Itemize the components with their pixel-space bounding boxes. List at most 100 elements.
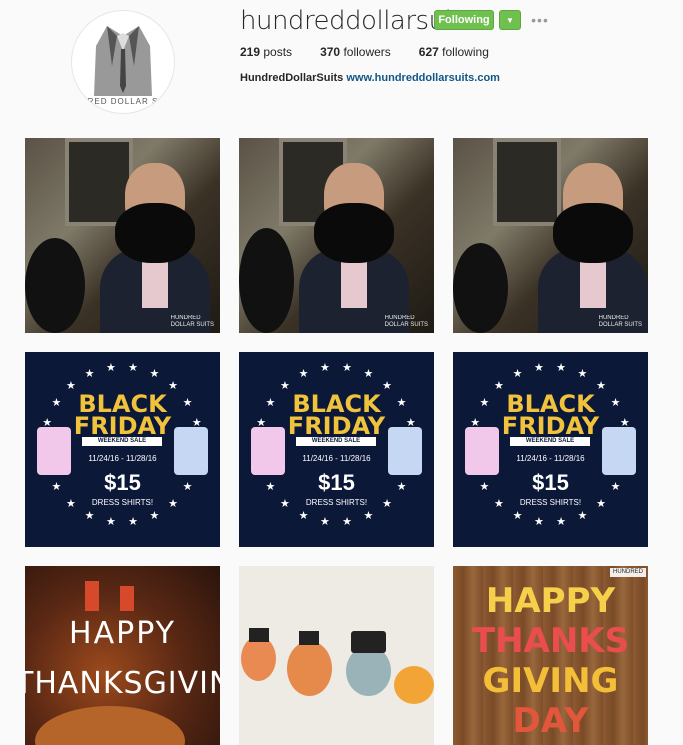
chevron-down-icon: ▼ [506,15,514,25]
star-icon: ★ [320,362,330,374]
star-icon: ★ [556,516,566,528]
star-icon: ★ [363,510,373,522]
pilgrim-craft [346,646,391,696]
star-icon: ★ [556,362,566,374]
post-thumbnail[interactable]: ★★★★★★★★★★★★★★★★★★★★★★ BLACK FRIDAY WEEK… [25,352,220,547]
dress-shirts-text: DRESS SHIRTS! [91,498,154,507]
avatar-brand-text: RED DOLLAR S [87,97,159,106]
following-stat[interactable]: 627 following [419,45,489,59]
star-icon: ★ [149,510,159,522]
post-thumbnail[interactable]: ★★★★★★★★★★★★★★★★★★★★★★ BLACK FRIDAY WEEK… [453,352,648,547]
star-icon: ★ [513,510,523,522]
more-icon: ••• [531,12,549,28]
post-thumbnail[interactable]: HUNDRED DOLLAR SUITS [453,138,648,333]
happy-text: HAPPY [69,616,176,651]
day-letters: DAY [512,701,589,741]
followers-count: 370 [320,45,341,59]
man-with-beard [299,163,409,333]
star-icon: ★ [513,368,523,380]
following-count: 627 [418,45,439,59]
watermark: HUNDRED DOLLAR SUITS [384,315,428,328]
watermark: HUNDRED DOLLAR SUITS [170,315,214,328]
star-icon: ★ [299,368,309,380]
sale-dates: 11/24/16 - 11/28/16 [516,454,585,463]
hair-foreground [453,243,508,333]
star-icon: ★ [168,380,178,392]
thanks-letters: THANKS [471,621,630,661]
sale-price: $15 [318,470,355,495]
followers-stat[interactable]: 370 followers [320,45,391,59]
star-icon: ★ [149,368,159,380]
weekend-sale-text: WEEKEND SALE [82,437,162,446]
pilgrim-hat [351,631,386,653]
happy-letters: HAPPY [485,581,616,621]
dress-shirts-text: DRESS SHIRTS! [305,498,368,507]
bio-link[interactable]: www.hundreddollarsuits.com [346,72,500,84]
sale-dates: 11/24/16 - 11/28/16 [88,454,157,463]
star-icon: ★ [106,362,116,374]
thanksgiving-text: THANKSGIVIN [25,666,220,701]
hair-foreground [239,228,294,333]
friday-text: FRIDAY [287,412,386,440]
post-thumbnail[interactable] [239,566,434,745]
post-thumbnail[interactable]: HUNDRED DOLLAR SUITS [25,138,220,333]
watermark: HUNDRED DOLLAR SUITS [598,315,642,328]
friday-text: FRIDAY [73,412,172,440]
star-icon: ★ [128,362,138,374]
star-icon: ★ [342,362,352,374]
bio-name: HundredDollarSuits [240,72,344,84]
hair-foreground [25,238,85,333]
candle [120,586,134,611]
post-thumbnail[interactable]: HAPPY THANKS GIVING DAY HUNDRED [453,566,648,745]
man-with-beard [538,163,648,333]
dress-shirts-text: DRESS SHIRTS! [519,498,582,507]
star-icon: ★ [363,368,373,380]
posts-label: posts [263,45,293,59]
watermark: HUNDRED [610,568,646,577]
roast-turkey [35,706,185,745]
star-icon: ★ [320,516,330,528]
profile-bio: HundredDollarSuits www.hundreddollarsuit… [240,72,500,84]
post-thumbnail[interactable]: HAPPY THANKSGIVIN [25,566,220,745]
pilgrim-hat [299,631,319,645]
star-icon: ★ [66,380,76,392]
star-icon: ★ [534,516,544,528]
star-icon: ★ [494,380,504,392]
sale-dates: 11/24/16 - 11/28/16 [302,454,371,463]
follow-options-button[interactable]: ▼ [499,10,521,30]
friday-text: FRIDAY [501,412,600,440]
sale-price: $15 [532,470,569,495]
star-icon: ★ [85,510,95,522]
turkey-craft [241,636,276,681]
weekend-sale-text: WEEKEND SALE [510,437,590,446]
man-with-beard [100,163,210,333]
star-icon: ★ [128,516,138,528]
pumpkin-craft [394,666,434,704]
more-options-button[interactable]: ••• [530,10,550,30]
star-icon: ★ [382,380,392,392]
star-icon: ★ [534,362,544,374]
post-thumbnail[interactable]: ★★★★★★★★★★★★★★★★★★★★★★ BLACK FRIDAY WEEK… [239,352,434,547]
star-icon: ★ [342,516,352,528]
giving-letters: GIVING [482,661,619,701]
star-icon: ★ [577,510,587,522]
profile-stats: 219 posts 370 followers 627 following [240,45,517,59]
following-label: following [442,45,489,59]
posts-count: 219 [240,45,261,59]
posts-stat: 219 posts [240,45,292,59]
weekend-sale-text: WEEKEND SALE [296,437,376,446]
candle [85,581,99,611]
star-icon: ★ [106,516,116,528]
followers-label: followers [343,45,391,59]
star-icon: ★ [280,380,290,392]
star-icon: ★ [596,380,606,392]
post-thumbnail[interactable]: HUNDRED DOLLAR SUITS [239,138,434,333]
star-icon: ★ [299,510,309,522]
sale-price: $15 [104,470,141,495]
following-button[interactable]: Following [434,10,494,30]
profile-avatar[interactable]: RED DOLLAR S [71,10,175,114]
star-icon: ★ [85,368,95,380]
pilgrim-hat [249,628,269,642]
turkey-craft [287,641,332,696]
star-icon: ★ [577,368,587,380]
